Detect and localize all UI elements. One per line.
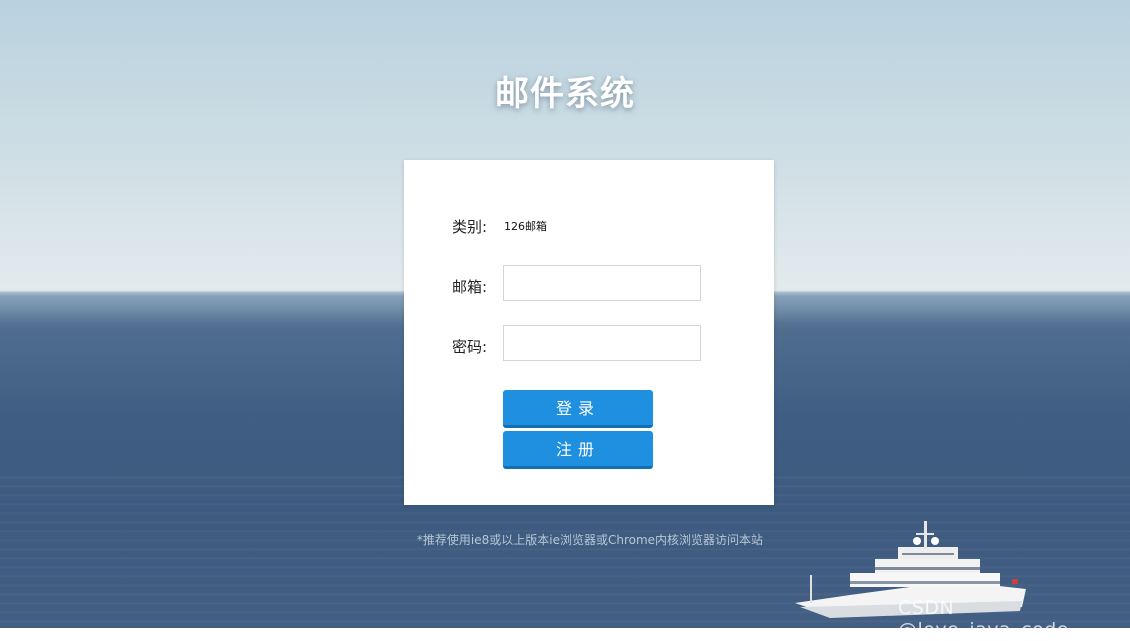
- browser-recommendation-note: *推荐使用ie8或以上版本ie浏览器或Chrome内核浏览器访问本站: [416, 533, 764, 547]
- category-value: 126邮箱: [504, 220, 547, 233]
- register-button[interactable]: 注册: [503, 431, 653, 469]
- login-panel: 类别: 126邮箱 邮箱: 密码: 登录 注册: [404, 160, 774, 505]
- page-title: 邮件系统: [495, 74, 635, 114]
- category-label: 类别:: [452, 218, 488, 236]
- watermark-text: CSDN @love_java_code: [898, 597, 1069, 641]
- password-label: 密码:: [452, 338, 488, 356]
- password-field[interactable]: [503, 325, 701, 361]
- login-button[interactable]: 登录: [503, 390, 653, 428]
- email-field[interactable]: [503, 265, 701, 301]
- email-label: 邮箱:: [452, 278, 488, 296]
